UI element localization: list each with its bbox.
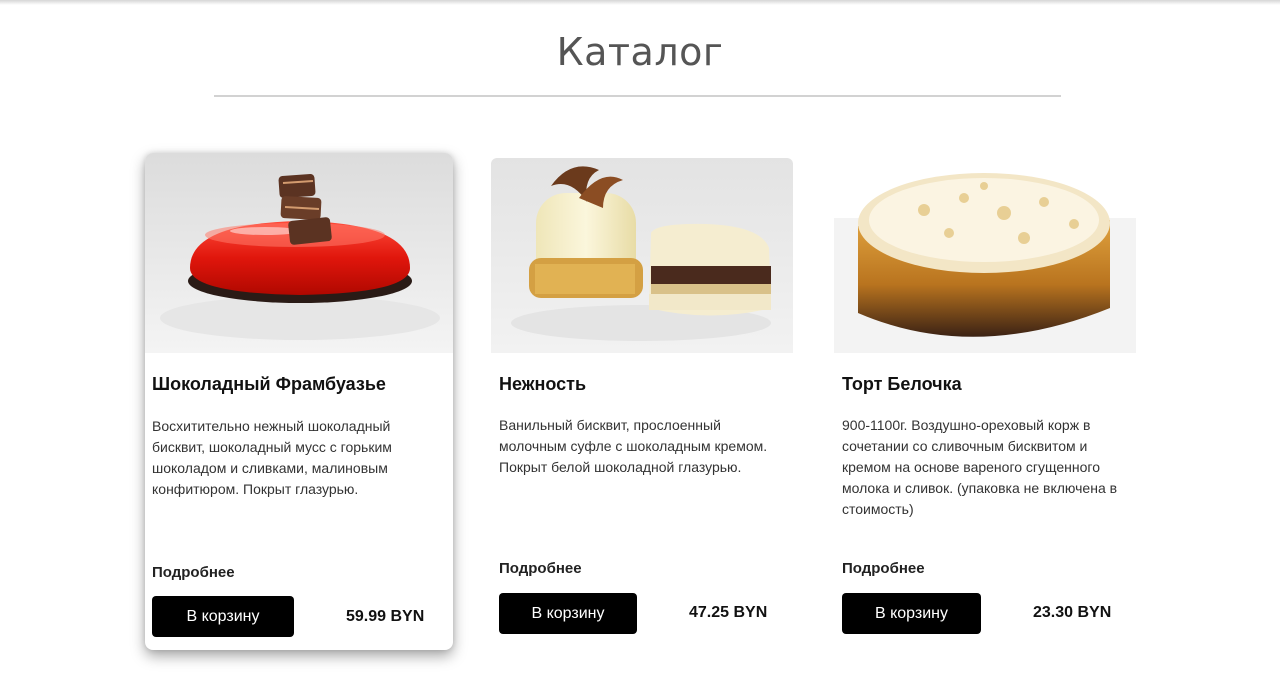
product-image-belochka[interactable]: [834, 158, 1136, 353]
product-image-frambuaze[interactable]: [145, 153, 453, 353]
product-card-belochka[interactable]: Торт Белочка 900-1100г. Воздушно-ореховы…: [834, 158, 1136, 638]
product-description: Восхитительно нежный шоколадный бисквит,…: [152, 418, 392, 497]
header-shadow: [0, 0, 1280, 5]
product-name: Торт Белочка: [842, 374, 962, 394]
product-price: 23.30 BYN: [1033, 604, 1112, 621]
product-card-frambuaze[interactable]: Шоколадный Фрамбуазье Восхитительно нежн…: [145, 153, 453, 650]
product-price: 47.25 BYN: [689, 604, 768, 621]
add-to-cart-button[interactable]: В корзину: [152, 596, 294, 637]
product-image-nezhnost[interactable]: [491, 158, 793, 353]
product-name: Шоколадный Фрамбуазье: [152, 374, 386, 394]
add-to-cart-button[interactable]: В корзину: [499, 593, 637, 634]
product-description: 900-1100г. Воздушно-ореховый корж в соче…: [842, 417, 1118, 517]
product-card-nezhnost[interactable]: Нежность Ванильный бисквит, прослоенный …: [491, 158, 793, 638]
details-link[interactable]: Подробнее: [842, 560, 925, 577]
add-to-cart-button[interactable]: В корзину: [842, 593, 981, 634]
product-name: Нежность: [499, 374, 587, 394]
title-divider: [214, 95, 1061, 97]
page-title: Каталог: [556, 30, 724, 74]
details-link[interactable]: Подробнее: [152, 564, 235, 581]
details-link[interactable]: Подробнее: [499, 560, 582, 577]
product-description: Ванильный бисквит, прослоенный молочным …: [499, 417, 768, 475]
product-price: 59.99 BYN: [346, 608, 425, 625]
